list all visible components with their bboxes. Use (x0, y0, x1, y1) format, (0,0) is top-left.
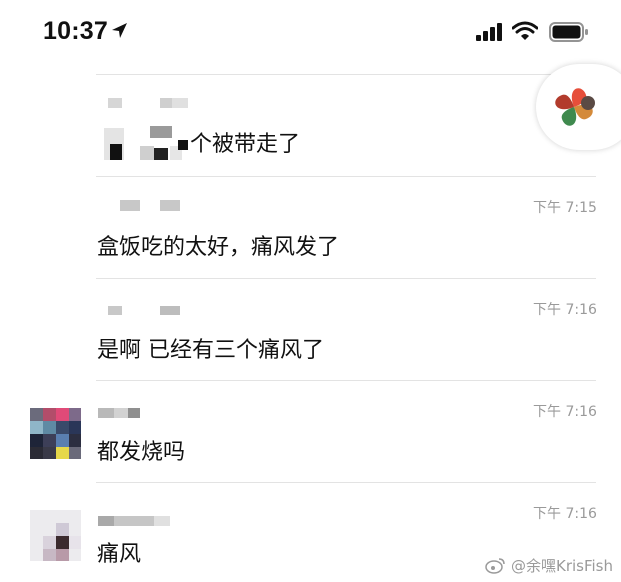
message-time: 下午 7:16 (533, 302, 597, 318)
avatar[interactable] (30, 510, 81, 561)
chat-message-list: 个被带走了 下午 7:15 盒饭吃的太好，痛风发了 下午 7:16 是啊 已经有… (0, 0, 621, 582)
message-text: 个被带走了 (190, 132, 301, 157)
watermark-text: @余嘿KrisFish (510, 557, 613, 575)
divider (96, 74, 596, 75)
message-pixelated-text (104, 120, 196, 162)
message-time: 下午 7:15 (533, 200, 597, 216)
floating-app-icon (555, 88, 595, 126)
avatar[interactable] (30, 408, 81, 459)
sender-name (98, 408, 142, 420)
weibo-icon (485, 558, 505, 574)
divider (96, 278, 596, 279)
divider (96, 380, 596, 381)
sender-name (108, 306, 188, 318)
sender-name (108, 98, 198, 118)
message-time: 下午 7:16 (533, 404, 597, 420)
message-text: 痛风 (97, 542, 142, 567)
watermark: @余嘿KrisFish (485, 555, 613, 576)
divider (96, 482, 596, 483)
message-time: 下午 7:16 (533, 506, 597, 522)
floating-window-button[interactable] (536, 64, 621, 150)
message-text: 都发烧吗 (97, 440, 186, 465)
sender-name (120, 200, 190, 212)
divider (96, 176, 596, 177)
message-text: 盒饭吃的太好，痛风发了 (97, 235, 340, 260)
message-text: 是啊 已经有三个痛风了 (97, 338, 324, 363)
sender-name (98, 516, 178, 528)
